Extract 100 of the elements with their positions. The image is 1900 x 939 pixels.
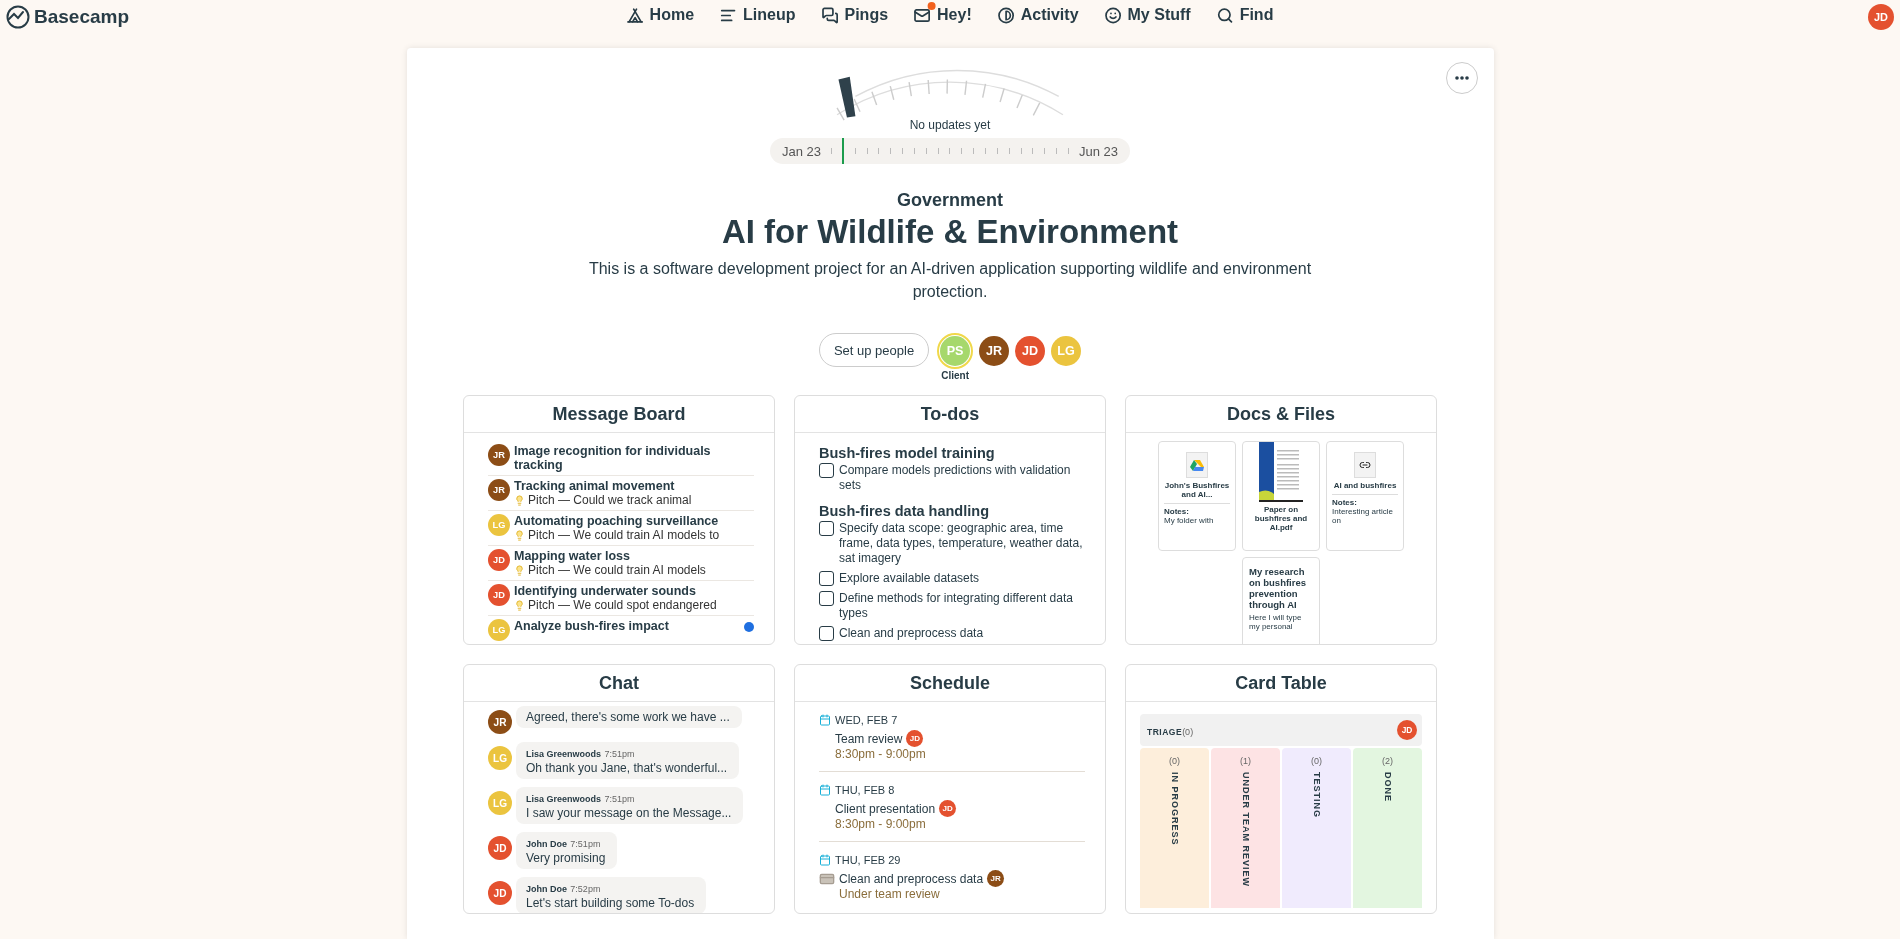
checkbox[interactable] [819,463,834,478]
message-title[interactable]: Image recognition for individuals tracking [514,444,754,472]
column-count: (1) [1240,756,1251,766]
message-title[interactable]: Mapping water loss [514,549,706,563]
end-date: Jun 23 [1078,143,1118,159]
todos-card[interactable] [794,395,1106,645]
triage-column[interactable]: TRIAGE(0) JD [1140,714,1422,746]
avatar: JD [488,584,510,606]
card-title: Chat [464,665,774,702]
client-label: Client [941,370,969,381]
file-tile[interactable]: Paper on bushfires and AI.pdf [1242,441,1320,551]
lightbulb-icon [514,599,525,611]
column-name: UNDER TEAM REVIEW [1240,772,1251,887]
message-excerpt: Pitch — We could spot endangered [528,598,717,612]
nav-link[interactable]: Hey! [914,6,972,24]
event-date: THU, FEB 8 [835,784,895,796]
todo-list-title[interactable]: Bush-fires model training [819,445,1085,461]
card-status: Under team review [838,887,941,901]
envelope-icon [914,6,932,24]
chat-bubbles-icon [821,6,839,24]
column-name: TESTING [1311,772,1322,818]
kanban-column[interactable]: (1) UNDER TEAM REVIEW [1211,748,1280,908]
avatar: JD [488,549,510,571]
message-title[interactable]: Identifying underwater sounds [514,584,717,598]
column-count: (0) [1311,756,1322,766]
column-count: (2) [1382,756,1393,766]
todo-text: Explore available datasets [839,571,980,586]
avatar: LG [488,514,510,536]
nav-link[interactable]: My Stuff [1104,6,1191,24]
avatar: JR [488,710,512,734]
file-icon [1186,452,1208,478]
start-date: Jan 23 [782,143,822,159]
half-circle-icon [997,6,1015,24]
kanban-column[interactable]: (0) IN PROGRESS [1140,748,1209,908]
todo-list-title[interactable]: Bush-fires data handling [819,503,1085,519]
logo-icon [6,5,30,29]
checkbox[interactable] [819,521,834,536]
file-notes: Notes: Interesting article on [1332,494,1398,525]
avatar: JD [488,836,512,860]
message-excerpt: Pitch — Could we track animal [528,493,692,507]
todo-text: Specify data scope: geographic area, time frame, data types, temperature, weather data, sat imagery [839,521,1084,566]
file-name: AI and bushfires [1332,481,1398,490]
checkbox[interactable] [819,626,834,641]
brand-name: Basecamp [34,6,130,28]
card-title: Message Board [464,396,774,433]
file-tile[interactable]: John's Bushfires and AI... Notes: My folder with [1158,441,1236,551]
nav-link[interactable]: Home [626,6,695,24]
checkbox[interactable] [819,571,834,586]
nav-link[interactable]: Lineup [720,6,796,24]
schedule-card[interactable]: Schedule WED, FEB 7 Team review JD 8:30pm - 9:00pm THU, FEB 8 Client presentation JD 8:30pm - 9:00pm THU, FEB 29 Clean and preprocess data JR Under team review [794,664,1106,914]
progress-caption: No updates yet [909,118,991,132]
event-date: WED, FEB 7 [835,714,898,726]
message-text: I saw your message on the Message... [526,806,732,820]
more-icon [1454,76,1469,80]
file-tile[interactable]: AI and bushfires Notes: Interesting article on [1326,441,1404,551]
avatar: JR [987,870,1005,887]
todo-text: Define methods for integrating different data types [839,591,1074,621]
avatar: LG [488,746,512,770]
message-board-card[interactable] [463,395,775,645]
message-time: 7:52pm [570,884,601,894]
message-text: Let's start building some To-dos [526,896,695,910]
event-title[interactable]: Clean and preprocess data [839,871,984,886]
avatar: JR [488,479,510,501]
nav-link[interactable]: Find [1216,6,1274,24]
docs-card[interactable] [1125,395,1437,645]
column-count: (0) [1182,727,1194,737]
column-name: IN PROGRESS [1169,772,1180,846]
message-author: John Doe [526,884,567,894]
event-title[interactable]: Client presentation [835,801,936,816]
chat-card[interactable] [463,664,775,914]
kanban-column[interactable]: (2) DONE [1353,748,1422,908]
avatar: JD [906,730,924,747]
set-up-people-button[interactable]: Set up people [818,333,930,367]
calendar-icon [819,714,831,726]
event-title[interactable]: Team review [835,731,903,746]
avatar[interactable]: JD [1015,336,1046,366]
checkbox[interactable] [819,591,834,606]
file-name: Paper on bushfires and AI.pdf [1253,505,1309,532]
file-notes: Notes: My folder with [1164,503,1230,525]
card-title: To-dos [795,396,1105,433]
message-title[interactable]: Tracking animal movement [514,479,692,493]
kanban-column[interactable]: (0) TESTING [1282,748,1351,908]
todo-text: Clean and preprocess data [839,626,984,641]
message-title[interactable]: Automating poaching surveillance [514,514,720,528]
document-title: My research on bushfires prevention through AI [1248,565,1307,610]
message-title[interactable]: Analyze bush-fires impact [514,619,669,633]
lightbulb-icon [514,529,525,541]
user-avatar[interactable]: JD [1868,4,1894,30]
avatar[interactable]: JR [979,336,1010,366]
nav-link[interactable]: Pings [821,6,889,24]
more-button[interactable] [1445,62,1478,94]
search-icon [1216,6,1234,24]
message-author: Lisa Greenwoods [526,749,602,759]
smiley-icon [1104,6,1122,24]
message-excerpt: Pitch — We could train AI models [528,563,706,577]
card-table-card[interactable]: Card Table TRIAGE(0) JD (0) IN PROGRESS (1) UNDER TEAM REVIEW (0) TESTING (2) DONE [1125,664,1437,914]
message-excerpt: Pitch — We could train AI models to [528,528,720,542]
message-time: 7:51pm [570,839,601,849]
nav-link[interactable]: Activity [997,6,1079,24]
avatar: JD [939,800,957,817]
